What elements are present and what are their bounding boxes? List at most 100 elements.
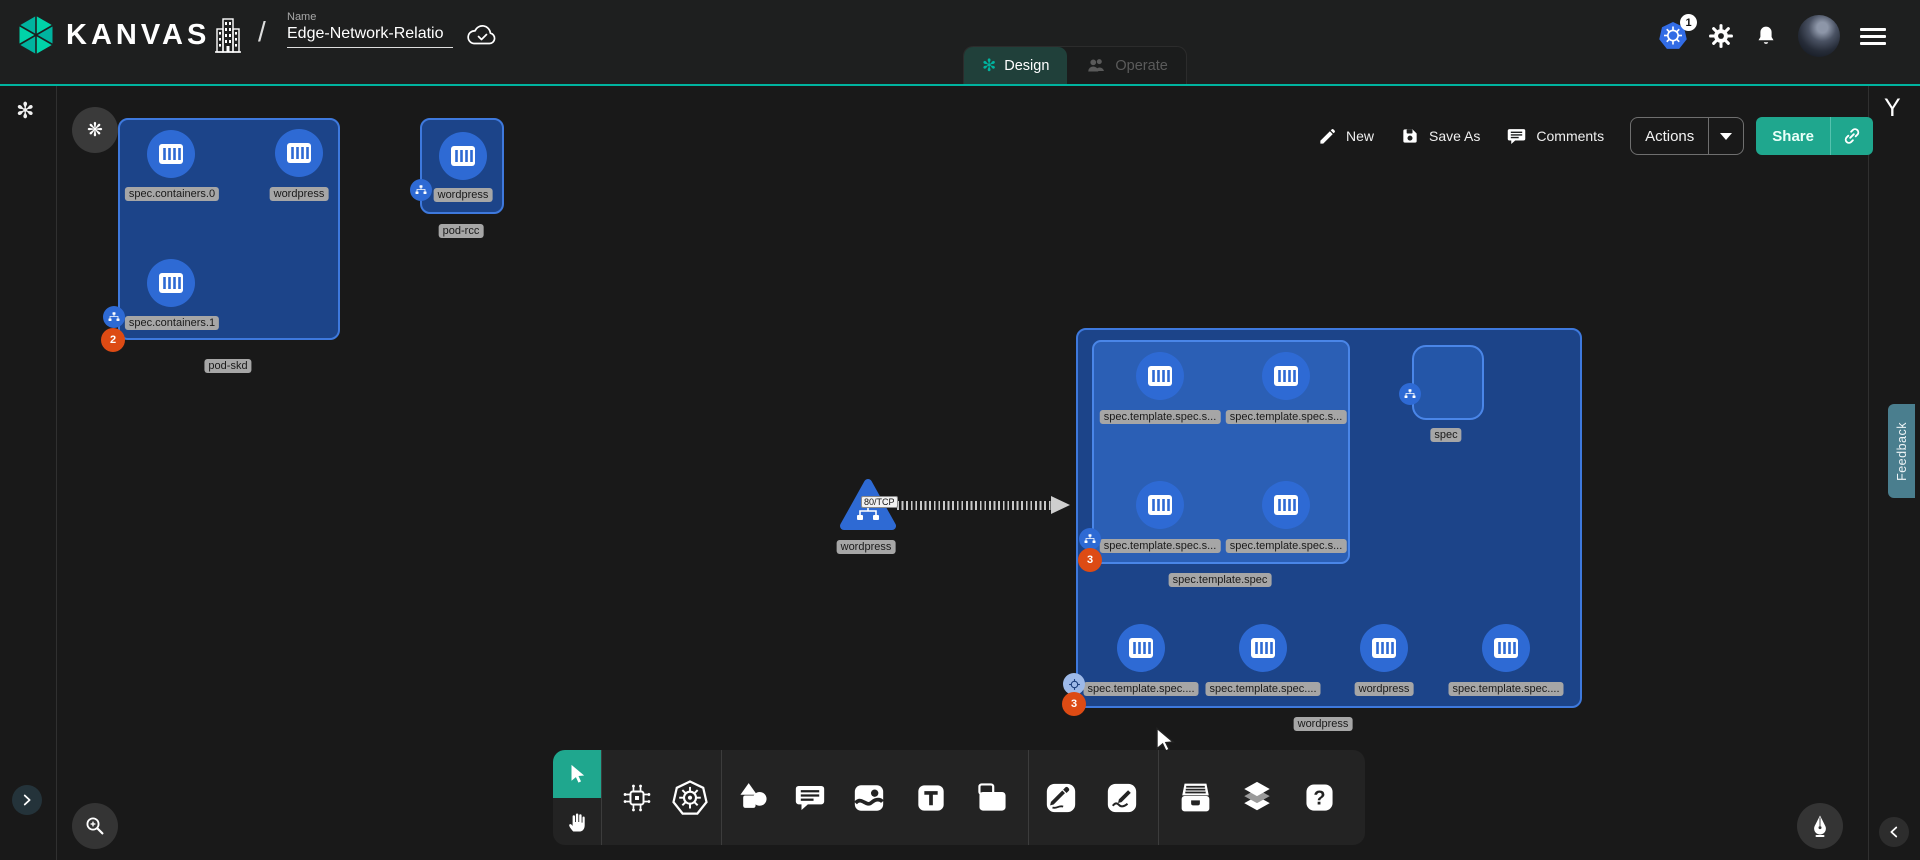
deployment-group[interactable]: spec.template.spec.s... spec.template.sp… <box>1076 328 1582 708</box>
sitemap-icon <box>415 185 427 195</box>
comments-button[interactable]: Comments <box>1506 126 1604 147</box>
container-icon <box>158 143 184 165</box>
archive-button[interactable] <box>1167 750 1223 845</box>
tab-design-label: Design <box>1004 58 1049 74</box>
hamburger-menu-icon[interactable] <box>1860 28 1886 45</box>
actions-dropdown-toggle[interactable] <box>1708 118 1743 154</box>
hand-icon <box>565 810 589 834</box>
validation-y-icon[interactable]: Y <box>1884 94 1901 123</box>
container-node[interactable] <box>1360 624 1408 672</box>
notifications-bell-icon[interactable] <box>1754 24 1778 48</box>
freehand-draw-button[interactable] <box>1094 750 1150 845</box>
issue-count-badge[interactable]: 3 <box>1078 548 1102 572</box>
tab-design[interactable]: ✻ Design <box>964 47 1067 84</box>
node-label: spec <box>1430 428 1461 442</box>
issue-count-badge[interactable]: 2 <box>101 328 125 352</box>
layers-button[interactable] <box>1229 750 1285 845</box>
select-tool-button[interactable] <box>553 750 601 798</box>
cloud-saved-icon <box>465 22 499 48</box>
container-node[interactable] <box>1136 352 1184 400</box>
node-label: spec.template.spec.s... <box>1226 539 1347 553</box>
image-tool-button[interactable] <box>841 750 897 845</box>
container-node[interactable] <box>439 132 487 180</box>
archive-drawer-icon <box>1178 780 1213 815</box>
chevron-down-icon <box>1720 133 1732 140</box>
kubernetes-context-button[interactable]: 1 <box>1658 21 1688 51</box>
app-header: KANVAS / Name Edge-Network-Relatio ✻ Des… <box>0 0 1920 84</box>
relationship-badge[interactable] <box>103 306 125 328</box>
new-button[interactable]: New <box>1318 127 1374 146</box>
zoom-in-button[interactable] <box>72 803 118 849</box>
design-action-bar: New Save As Comments Actions Share <box>1318 116 1873 156</box>
canvas-toolbar-dock <box>553 750 1365 845</box>
spec-node[interactable] <box>1412 345 1484 420</box>
container-icon <box>1147 494 1173 516</box>
pen-nib-icon <box>1808 814 1832 838</box>
kubernetes-components-button[interactable] <box>662 750 718 845</box>
container-node[interactable] <box>147 130 195 178</box>
kubernetes-helm-icon <box>672 780 708 816</box>
accent-divider <box>0 84 1920 86</box>
group-label: spec.template.spec <box>1169 573 1272 587</box>
node-label: spec.containers.0 <box>125 187 219 201</box>
relationship-badge[interactable] <box>1399 383 1421 405</box>
image-icon <box>852 781 886 815</box>
tab-operate[interactable]: Operate <box>1067 47 1185 84</box>
user-avatar[interactable] <box>1798 15 1840 57</box>
node-label: spec.template.spec.... <box>1206 682 1321 696</box>
breadcrumb-slash: / <box>258 16 266 48</box>
design-name-input[interactable]: Edge-Network-Relatio <box>287 25 453 48</box>
container-node[interactable] <box>1239 624 1287 672</box>
feedback-tab[interactable]: Feedback <box>1888 404 1915 498</box>
container-icon <box>1371 637 1397 659</box>
settings-gear-icon[interactable] <box>1708 23 1734 49</box>
pod-rcc-group[interactable]: wordpress pod-rcc <box>420 118 504 214</box>
container-icon <box>286 142 312 164</box>
kubernetes-count-badge: 1 <box>1680 14 1697 31</box>
network-edge[interactable] <box>897 501 1053 510</box>
container-icon <box>1493 637 1519 659</box>
node-label: wordpress <box>837 540 896 554</box>
container-node[interactable] <box>147 259 195 307</box>
container-node[interactable] <box>1117 624 1165 672</box>
group-label: pod-rcc <box>439 224 484 238</box>
help-button[interactable] <box>1291 750 1347 845</box>
comment-tool-button[interactable] <box>782 750 838 845</box>
relationship-badge[interactable] <box>1079 528 1101 550</box>
component-explorer-button[interactable] <box>609 750 665 845</box>
organization-icon[interactable] <box>213 17 243 55</box>
group-actions-button[interactable]: ❋ <box>72 107 118 153</box>
kanvas-logo[interactable]: KANVAS <box>14 13 210 57</box>
edge-arrowhead-icon <box>1051 496 1070 514</box>
sticky-note-tool-button[interactable] <box>964 750 1020 845</box>
container-icon <box>1128 637 1154 659</box>
save-as-button[interactable]: Save As <box>1400 126 1480 146</box>
copy-link-button[interactable] <box>1830 117 1873 155</box>
container-node[interactable] <box>1262 352 1310 400</box>
cursor-icon <box>566 763 588 785</box>
container-node[interactable] <box>1482 624 1530 672</box>
pod-template-group[interactable]: spec.template.spec.s... spec.template.sp… <box>1092 340 1350 564</box>
pen-tool-button[interactable] <box>1033 750 1089 845</box>
container-node[interactable] <box>275 129 323 177</box>
pod-skd-group[interactable]: spec.containers.0 wordpress spec.contain… <box>118 118 340 340</box>
layers-icon <box>1240 779 1274 816</box>
feedback-label: Feedback <box>1895 422 1909 481</box>
meshery-spiral-icon[interactable]: ✻ <box>16 98 34 124</box>
share-button[interactable]: Share <box>1756 117 1830 155</box>
shapes-tool-button[interactable] <box>725 750 781 845</box>
sitemap-icon <box>1404 389 1416 399</box>
wheel-icon <box>1068 678 1081 691</box>
expand-left-panel-button[interactable] <box>12 785 42 815</box>
tab-operate-label: Operate <box>1115 58 1167 74</box>
pan-tool-button[interactable] <box>553 798 601 845</box>
container-node[interactable] <box>1136 481 1184 529</box>
pen-mode-button[interactable] <box>1797 803 1843 849</box>
relationship-badge[interactable] <box>410 179 432 201</box>
actions-button[interactable]: Actions <box>1631 118 1708 154</box>
issue-count-badge[interactable]: 3 <box>1062 692 1086 716</box>
text-tool-button[interactable] <box>903 750 959 845</box>
edge-port-label: 80/TCP <box>861 496 898 508</box>
container-node[interactable] <box>1262 481 1310 529</box>
expand-right-panel-button[interactable] <box>1879 817 1909 847</box>
